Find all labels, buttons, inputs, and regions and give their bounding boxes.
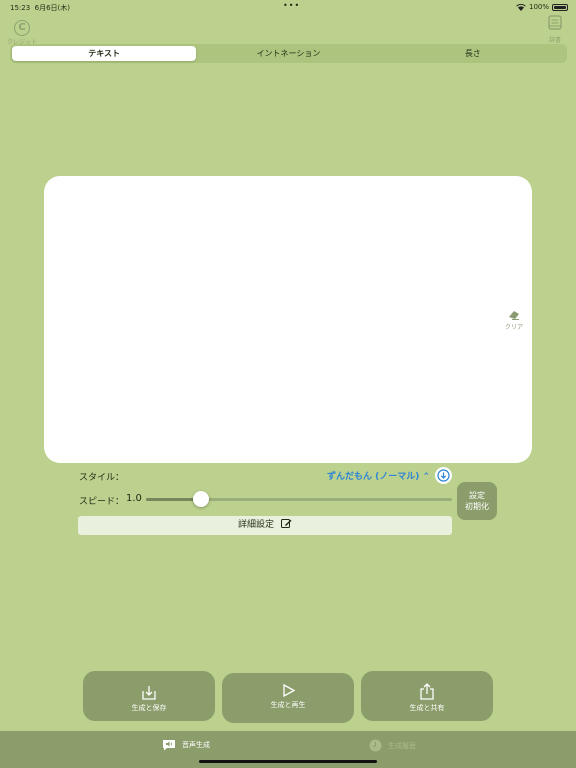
speed-slider-thumb[interactable] bbox=[193, 491, 210, 507]
reset-settings-button[interactable]: 設定 初期化 bbox=[457, 482, 497, 520]
mode-segmented-control: テキスト イントネーション 長さ bbox=[10, 44, 567, 63]
generate-share-label: 生成と共有 bbox=[409, 704, 445, 712]
download-voice-button[interactable] bbox=[435, 467, 452, 484]
edit-icon bbox=[280, 519, 292, 528]
reset-label-line1: 設定 bbox=[469, 491, 485, 500]
tab-intonation[interactable]: イントネーション bbox=[196, 46, 380, 61]
detail-settings-button[interactable]: 詳細設定 bbox=[78, 516, 452, 535]
generate-save-label: 生成と保存 bbox=[131, 704, 167, 712]
status-time: 15:23 6月6日(木) bbox=[10, 4, 71, 12]
detail-settings-label: 詳細設定 bbox=[238, 520, 275, 530]
voice-select[interactable]: ずんだもん (ノーマル) ⌃ bbox=[327, 469, 430, 482]
tab-length[interactable]: 長さ bbox=[381, 46, 565, 61]
clear-label: クリア bbox=[504, 324, 523, 331]
dictionary-label: 辞書 bbox=[548, 37, 561, 44]
clear-button[interactable]: クリア bbox=[502, 310, 526, 331]
play-icon bbox=[282, 684, 295, 697]
reset-label-line2: 初期化 bbox=[465, 502, 489, 511]
generate-play-label: 生成と再生 bbox=[270, 701, 306, 709]
wifi-icon bbox=[516, 3, 526, 11]
speaker-bubble-icon bbox=[163, 740, 175, 751]
status-bar: 15:23 6月6日(木) ••• 100% bbox=[0, 0, 576, 14]
credit-button[interactable]: C クレジット bbox=[6, 15, 38, 46]
tab-voice-generation[interactable]: 音声生成 bbox=[162, 739, 210, 751]
tab-history-label: 生成履歴 bbox=[388, 741, 416, 750]
dictionary-button[interactable]: 辞書 bbox=[544, 15, 566, 44]
style-label: スタイル： bbox=[79, 473, 125, 483]
share-icon bbox=[420, 683, 434, 700]
speed-label: スピード： bbox=[79, 497, 125, 507]
battery-percent: 100% bbox=[528, 3, 549, 11]
tab-text[interactable]: テキスト bbox=[12, 46, 197, 61]
clock-icon bbox=[369, 739, 382, 752]
home-indicator bbox=[199, 760, 377, 763]
generate-share-button[interactable]: 生成と共有 bbox=[361, 671, 493, 721]
copyright-icon: C bbox=[14, 20, 30, 36]
multitasking-dots-icon[interactable]: ••• bbox=[283, 1, 300, 10]
text-input[interactable] bbox=[44, 176, 532, 463]
book-icon bbox=[548, 15, 562, 30]
speed-value: 1.0 bbox=[126, 493, 142, 504]
generate-play-button[interactable]: 生成と再生 bbox=[222, 673, 354, 723]
tab-history[interactable]: 生成履歴 bbox=[369, 739, 416, 752]
generate-save-button[interactable]: 生成と保存 bbox=[83, 671, 215, 721]
eraser-icon bbox=[509, 311, 519, 320]
tab-voice-generation-label: 音声生成 bbox=[182, 741, 210, 749]
battery-icon bbox=[552, 3, 568, 11]
chevron-updown-icon: ⌃ bbox=[422, 472, 431, 482]
status-indicators: 100% bbox=[516, 3, 568, 11]
download-tray-icon bbox=[142, 686, 156, 700]
download-circle-icon bbox=[437, 469, 450, 482]
